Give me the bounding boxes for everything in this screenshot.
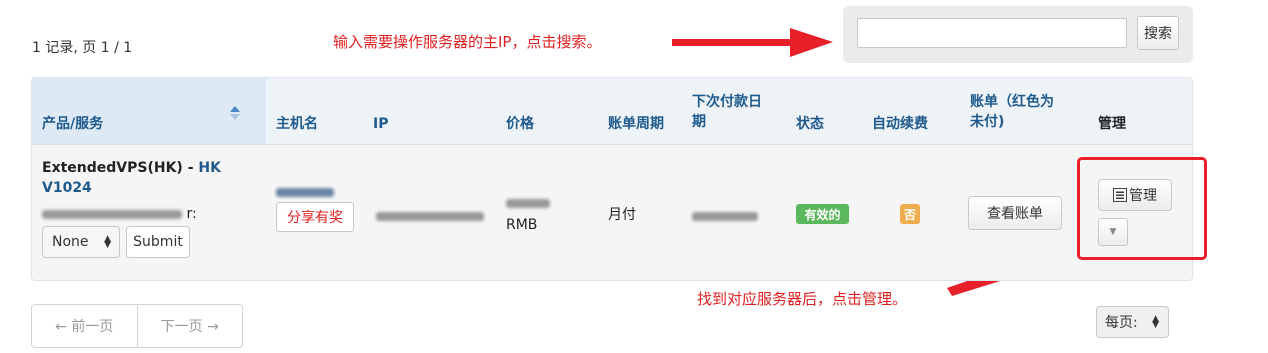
per-page-select[interactable]: 每页: ▲ ▼: [1096, 306, 1169, 338]
header-billing-cycle: 账单周期: [608, 116, 664, 132]
price-currency: RMB: [506, 217, 538, 233]
header-invoice-line2: 未付): [970, 114, 1005, 130]
blurred-hostname: [276, 187, 334, 197]
search-panel: 搜索: [843, 6, 1193, 63]
submit-button[interactable]: Submit: [126, 226, 190, 258]
product-name: ExtendedVPS(HK) - HK V1024: [42, 158, 242, 198]
prev-page-button[interactable]: ← 前一页: [32, 305, 137, 347]
product-prefix: ExtendedVPS(HK) -: [42, 160, 199, 176]
header-next-due: 下次付款日 期: [692, 92, 762, 132]
status-badge: 有效的: [796, 204, 849, 224]
per-page-label: 每页:: [1105, 315, 1138, 331]
header-invoice: 账单（红色为 未付): [970, 92, 1054, 132]
header-product: 产品/服务: [42, 116, 104, 132]
header-next-due-line2: 期: [692, 114, 706, 130]
ip-value: [376, 208, 484, 224]
header-invoice-line1: 账单（红色为: [970, 94, 1054, 110]
sort-icon[interactable]: [230, 106, 240, 120]
product-header-cell[interactable]: 产品/服务: [32, 78, 266, 144]
per-page-arrows-icon: ▲ ▼: [1152, 314, 1159, 330]
header-next-due-line1: 下次付款日: [692, 94, 762, 110]
billing-cycle-value: 月付: [608, 207, 636, 223]
select-arrows-icon: ▲ ▼: [104, 234, 111, 250]
manage-instruction-annotation: 找到对应服务器后，点击管理。: [697, 290, 908, 308]
next-page-button[interactable]: 下一页 →: [138, 305, 243, 347]
search-input[interactable]: [857, 18, 1127, 48]
next-due-value: [692, 208, 758, 224]
header-auto-renew: 自动续费: [872, 116, 928, 132]
header-status: 状态: [796, 116, 824, 132]
blurred-price: [506, 198, 550, 208]
share-reward-button[interactable]: 分享有奖: [276, 202, 354, 232]
auto-renew-badge: 否: [900, 204, 920, 224]
header-manage: 管理: [1098, 116, 1126, 132]
blurred-next-due: [692, 211, 758, 221]
highlight-frame: [1077, 157, 1207, 260]
addon-select[interactable]: None ▲ ▼: [42, 226, 120, 258]
product-link-line2: V1024: [42, 180, 92, 196]
header-price: 价格: [506, 116, 534, 132]
hostname-value[interactable]: [276, 184, 334, 200]
product-label-suffix: r:: [186, 206, 197, 222]
arrow-to-search-icon: [672, 28, 833, 57]
table-header: 产品/服务 主机名 IP 价格 账单周期 下次付款日 期 状态 自动续费 账单（…: [32, 78, 1192, 145]
blurred-ip: [376, 211, 484, 221]
search-button[interactable]: 搜索: [1137, 16, 1179, 50]
services-table: 产品/服务 主机名 IP 价格 账单周期 下次付款日 期 状态 自动续费 账单（…: [31, 77, 1193, 281]
addon-select-value: None: [52, 234, 89, 250]
search-instruction-annotation: 输入需要操作服务器的主IP，点击搜索。: [333, 33, 602, 51]
record-summary: 1 记录, 页 1 / 1: [32, 40, 133, 56]
product-link-line1: HK: [198, 160, 221, 176]
header-hostname: 主机名: [276, 116, 318, 132]
blurred-label: [42, 209, 182, 219]
price-value: RMB: [506, 192, 550, 236]
header-ip: IP: [373, 116, 389, 132]
view-invoice-button[interactable]: 查看账单: [968, 196, 1062, 230]
product-label-row: r:: [42, 206, 212, 222]
pagination: ← 前一页 下一页 →: [31, 304, 243, 348]
